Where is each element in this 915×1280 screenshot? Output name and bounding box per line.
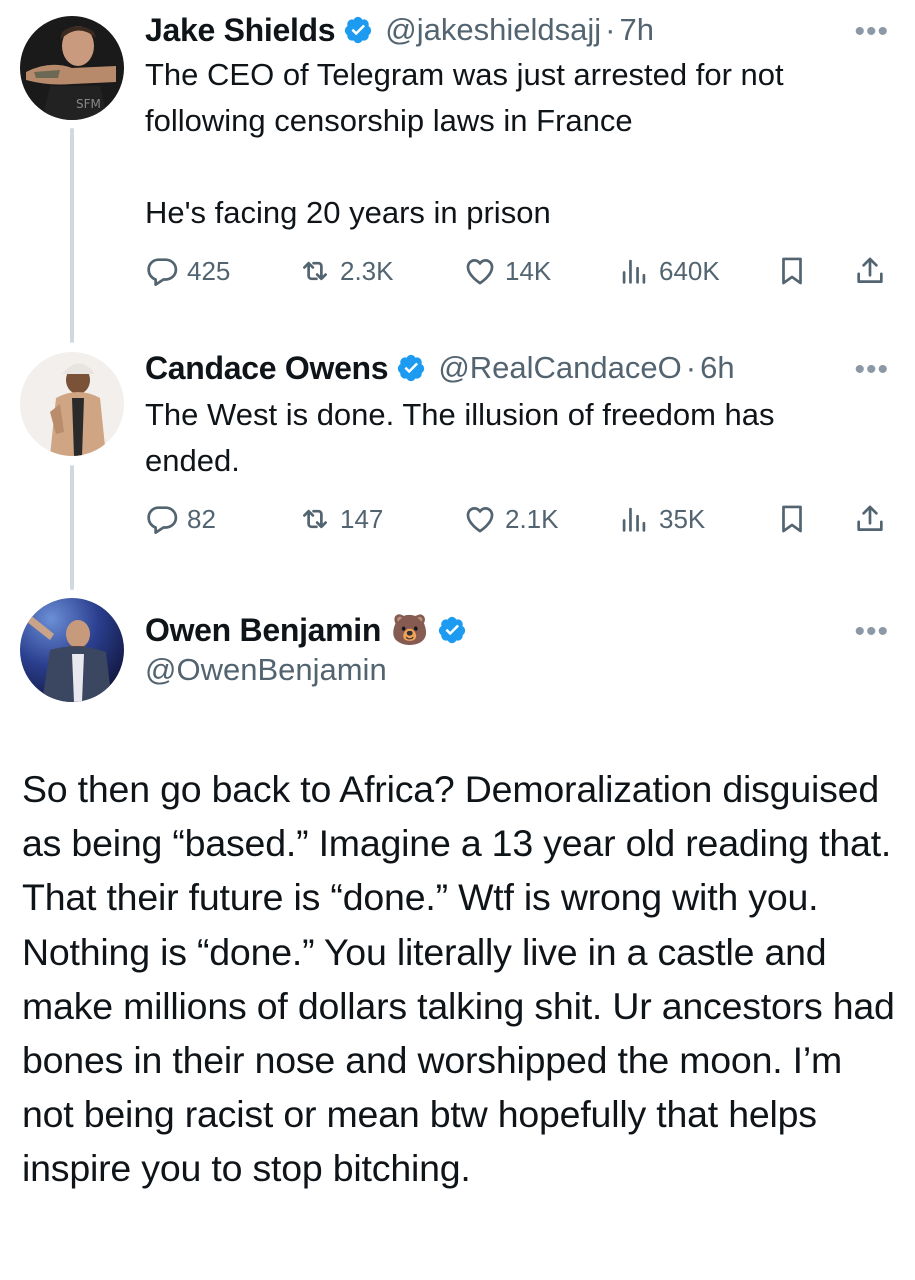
bookmark-icon (782, 505, 802, 533)
verified-badge-icon (396, 353, 426, 383)
verified-badge-icon (437, 615, 467, 645)
bear-emoji-icon: 🐻 (391, 613, 429, 647)
like-count: 14K (505, 255, 552, 286)
more-options-icon[interactable]: ••• (854, 17, 889, 47)
tweet-header: Candace Owens @RealCandaceO · 6h (145, 348, 915, 388)
thread-line (70, 465, 74, 590)
share-button[interactable] (853, 496, 887, 542)
tweet-header: Jake Shields @jakeshieldsajj · 7h (145, 10, 915, 50)
bookmark-button[interactable] (775, 496, 809, 542)
share-button[interactable] (853, 248, 887, 294)
view-count: 640K (659, 255, 720, 286)
more-options-icon[interactable]: ••• (854, 617, 889, 647)
repost-icon (303, 261, 327, 281)
reply-icon (147, 506, 178, 534)
like-button[interactable]: 14K (463, 248, 551, 294)
views-chart-icon (622, 259, 646, 284)
timestamp[interactable]: 6h (700, 350, 734, 386)
heart-icon (466, 259, 494, 285)
bookmark-button[interactable] (775, 248, 809, 294)
repost-icon (303, 509, 327, 529)
views-button[interactable]: 35K (617, 496, 705, 542)
heart-icon (466, 507, 494, 533)
more-options-icon[interactable]: ••• (854, 355, 889, 385)
share-icon (857, 505, 883, 531)
tweet-actions: 425 2.3K 14K 640K (145, 248, 890, 294)
bookmark-icon (782, 257, 802, 285)
reply-button[interactable]: 425 (145, 248, 230, 294)
author-name[interactable]: Candace Owens (145, 350, 389, 387)
repost-button[interactable]: 2.3K (298, 248, 394, 294)
verified-badge-icon (343, 15, 373, 45)
tweet-text: The West is done. The illusion of freedo… (145, 397, 775, 478)
svg-text:SFM: SFM (76, 97, 101, 111)
reply-count: 425 (187, 255, 231, 286)
author-name[interactable]: Jake Shields (145, 12, 336, 49)
repost-count: 2.3K (340, 255, 394, 286)
repost-count: 147 (340, 503, 384, 534)
avatar[interactable] (20, 598, 124, 702)
separator-dot: · (605, 12, 616, 47)
tweet-header: Owen Benjamin 🐻 (145, 610, 915, 650)
separator-dot: · (685, 350, 697, 385)
author-handle[interactable]: @OwenBenjamin (145, 652, 387, 688)
like-button[interactable]: 2.1K (463, 496, 559, 542)
author-handle[interactable]: @jakeshieldsajj (385, 12, 601, 48)
author-name[interactable]: Owen Benjamin (145, 612, 381, 649)
views-button[interactable]: 640K (617, 248, 720, 294)
view-count: 35K (659, 503, 706, 534)
thread-line (70, 128, 74, 343)
avatar[interactable]: SFM (20, 16, 124, 120)
timestamp[interactable]: 7h (619, 12, 653, 48)
views-chart-icon (622, 507, 646, 532)
author-handle[interactable]: @RealCandaceO (438, 350, 681, 386)
tweet-text: The CEO of Telegram was just arrested fo… (145, 57, 784, 230)
reply-icon (147, 258, 178, 286)
avatar[interactable] (20, 352, 124, 456)
share-icon (857, 257, 883, 283)
reply-count: 82 (187, 503, 216, 534)
tweet-text: So then go back to Africa? Demoralizatio… (22, 768, 895, 1190)
reply-button[interactable]: 82 (145, 496, 216, 542)
repost-button[interactable]: 147 (298, 496, 383, 542)
like-count: 2.1K (505, 503, 559, 534)
tweet-actions: 82 147 2.1K 35K (145, 496, 890, 542)
